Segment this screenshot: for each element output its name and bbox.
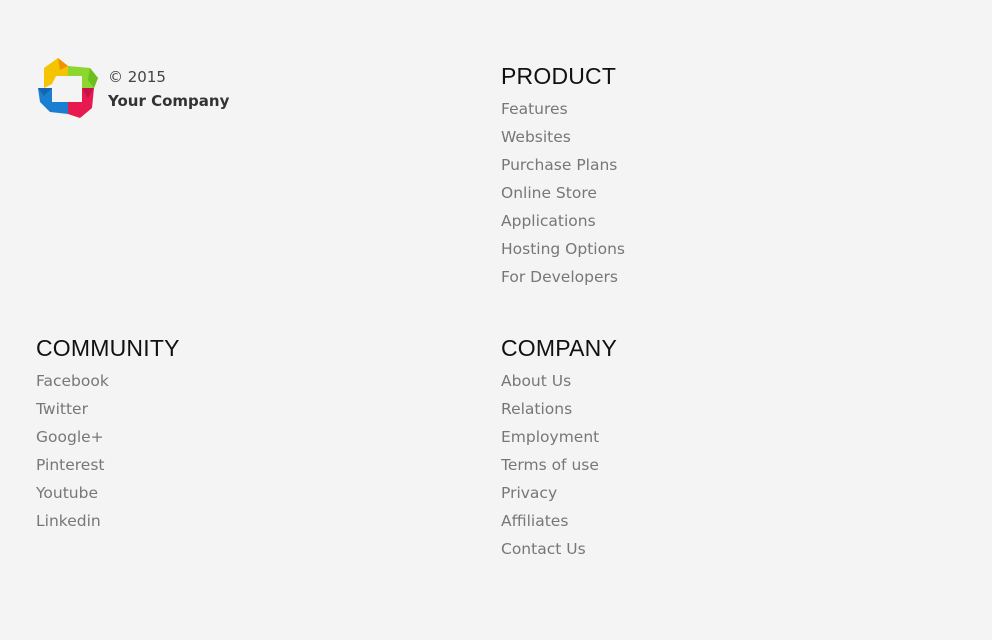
link-features[interactable]: Features [501,100,568,118]
copyright-text: © 2015 [108,68,166,86]
link-applications[interactable]: Applications [501,212,596,230]
link-hosting-options[interactable]: Hosting Options [501,240,625,258]
list-item: Websites [501,123,625,151]
list-item: Youtube [36,479,180,507]
link-for-developers[interactable]: For Developers [501,268,618,286]
community-section: COMMUNITY Facebook Twitter Google+ Pinte… [36,334,180,535]
list-item: About Us [501,367,617,395]
list-item: Purchase Plans [501,151,625,179]
link-purchase-plans[interactable]: Purchase Plans [501,156,617,174]
list-item: Google+ [36,423,180,451]
list-item: Employment [501,423,617,451]
link-twitter[interactable]: Twitter [36,400,88,418]
link-contact-us[interactable]: Contact Us [501,540,586,558]
company-section: COMPANY About Us Relations Employment Te… [501,334,617,563]
list-item: Privacy [501,479,617,507]
list-item: Facebook [36,367,180,395]
list-item: For Developers [501,263,625,291]
site-footer: © 2015 Your Company PRODUCT Features Web… [0,0,992,640]
list-item: Twitter [36,395,180,423]
list-item: Applications [501,207,625,235]
company-heading: COMPANY [501,335,617,361]
list-item: Linkedin [36,507,180,535]
product-links: Features Websites Purchase Plans Online … [501,95,625,291]
list-item: Features [501,95,625,123]
community-links: Facebook Twitter Google+ Pinterest Youtu… [36,367,180,535]
list-item: Online Store [501,179,625,207]
brand-block: © 2015 Your Company [38,58,229,118]
community-heading: COMMUNITY [36,335,180,361]
product-heading: PRODUCT [501,63,617,89]
list-item: Pinterest [36,451,180,479]
company-links: About Us Relations Employment Terms of u… [501,367,617,563]
list-item: Hosting Options [501,235,625,263]
company-logo-icon[interactable] [38,58,98,118]
link-privacy[interactable]: Privacy [501,484,557,502]
link-facebook[interactable]: Facebook [36,372,109,390]
brand-text: © 2015 Your Company [108,65,229,113]
link-about-us[interactable]: About Us [501,372,571,390]
link-terms-of-use[interactable]: Terms of use [501,456,599,474]
link-pinterest[interactable]: Pinterest [36,456,104,474]
link-online-store[interactable]: Online Store [501,184,597,202]
list-item: Relations [501,395,617,423]
list-item: Contact Us [501,535,617,563]
link-websites[interactable]: Websites [501,128,571,146]
company-name: Your Company [108,92,230,110]
link-linkedin[interactable]: Linkedin [36,512,101,530]
link-employment[interactable]: Employment [501,428,599,446]
link-relations[interactable]: Relations [501,400,572,418]
list-item: Terms of use [501,451,617,479]
product-section: PRODUCT Features Websites Purchase Plans… [501,62,625,291]
list-item: Affiliates [501,507,617,535]
link-youtube[interactable]: Youtube [36,484,98,502]
link-google-plus[interactable]: Google+ [36,428,104,446]
link-affiliates[interactable]: Affiliates [501,512,568,530]
